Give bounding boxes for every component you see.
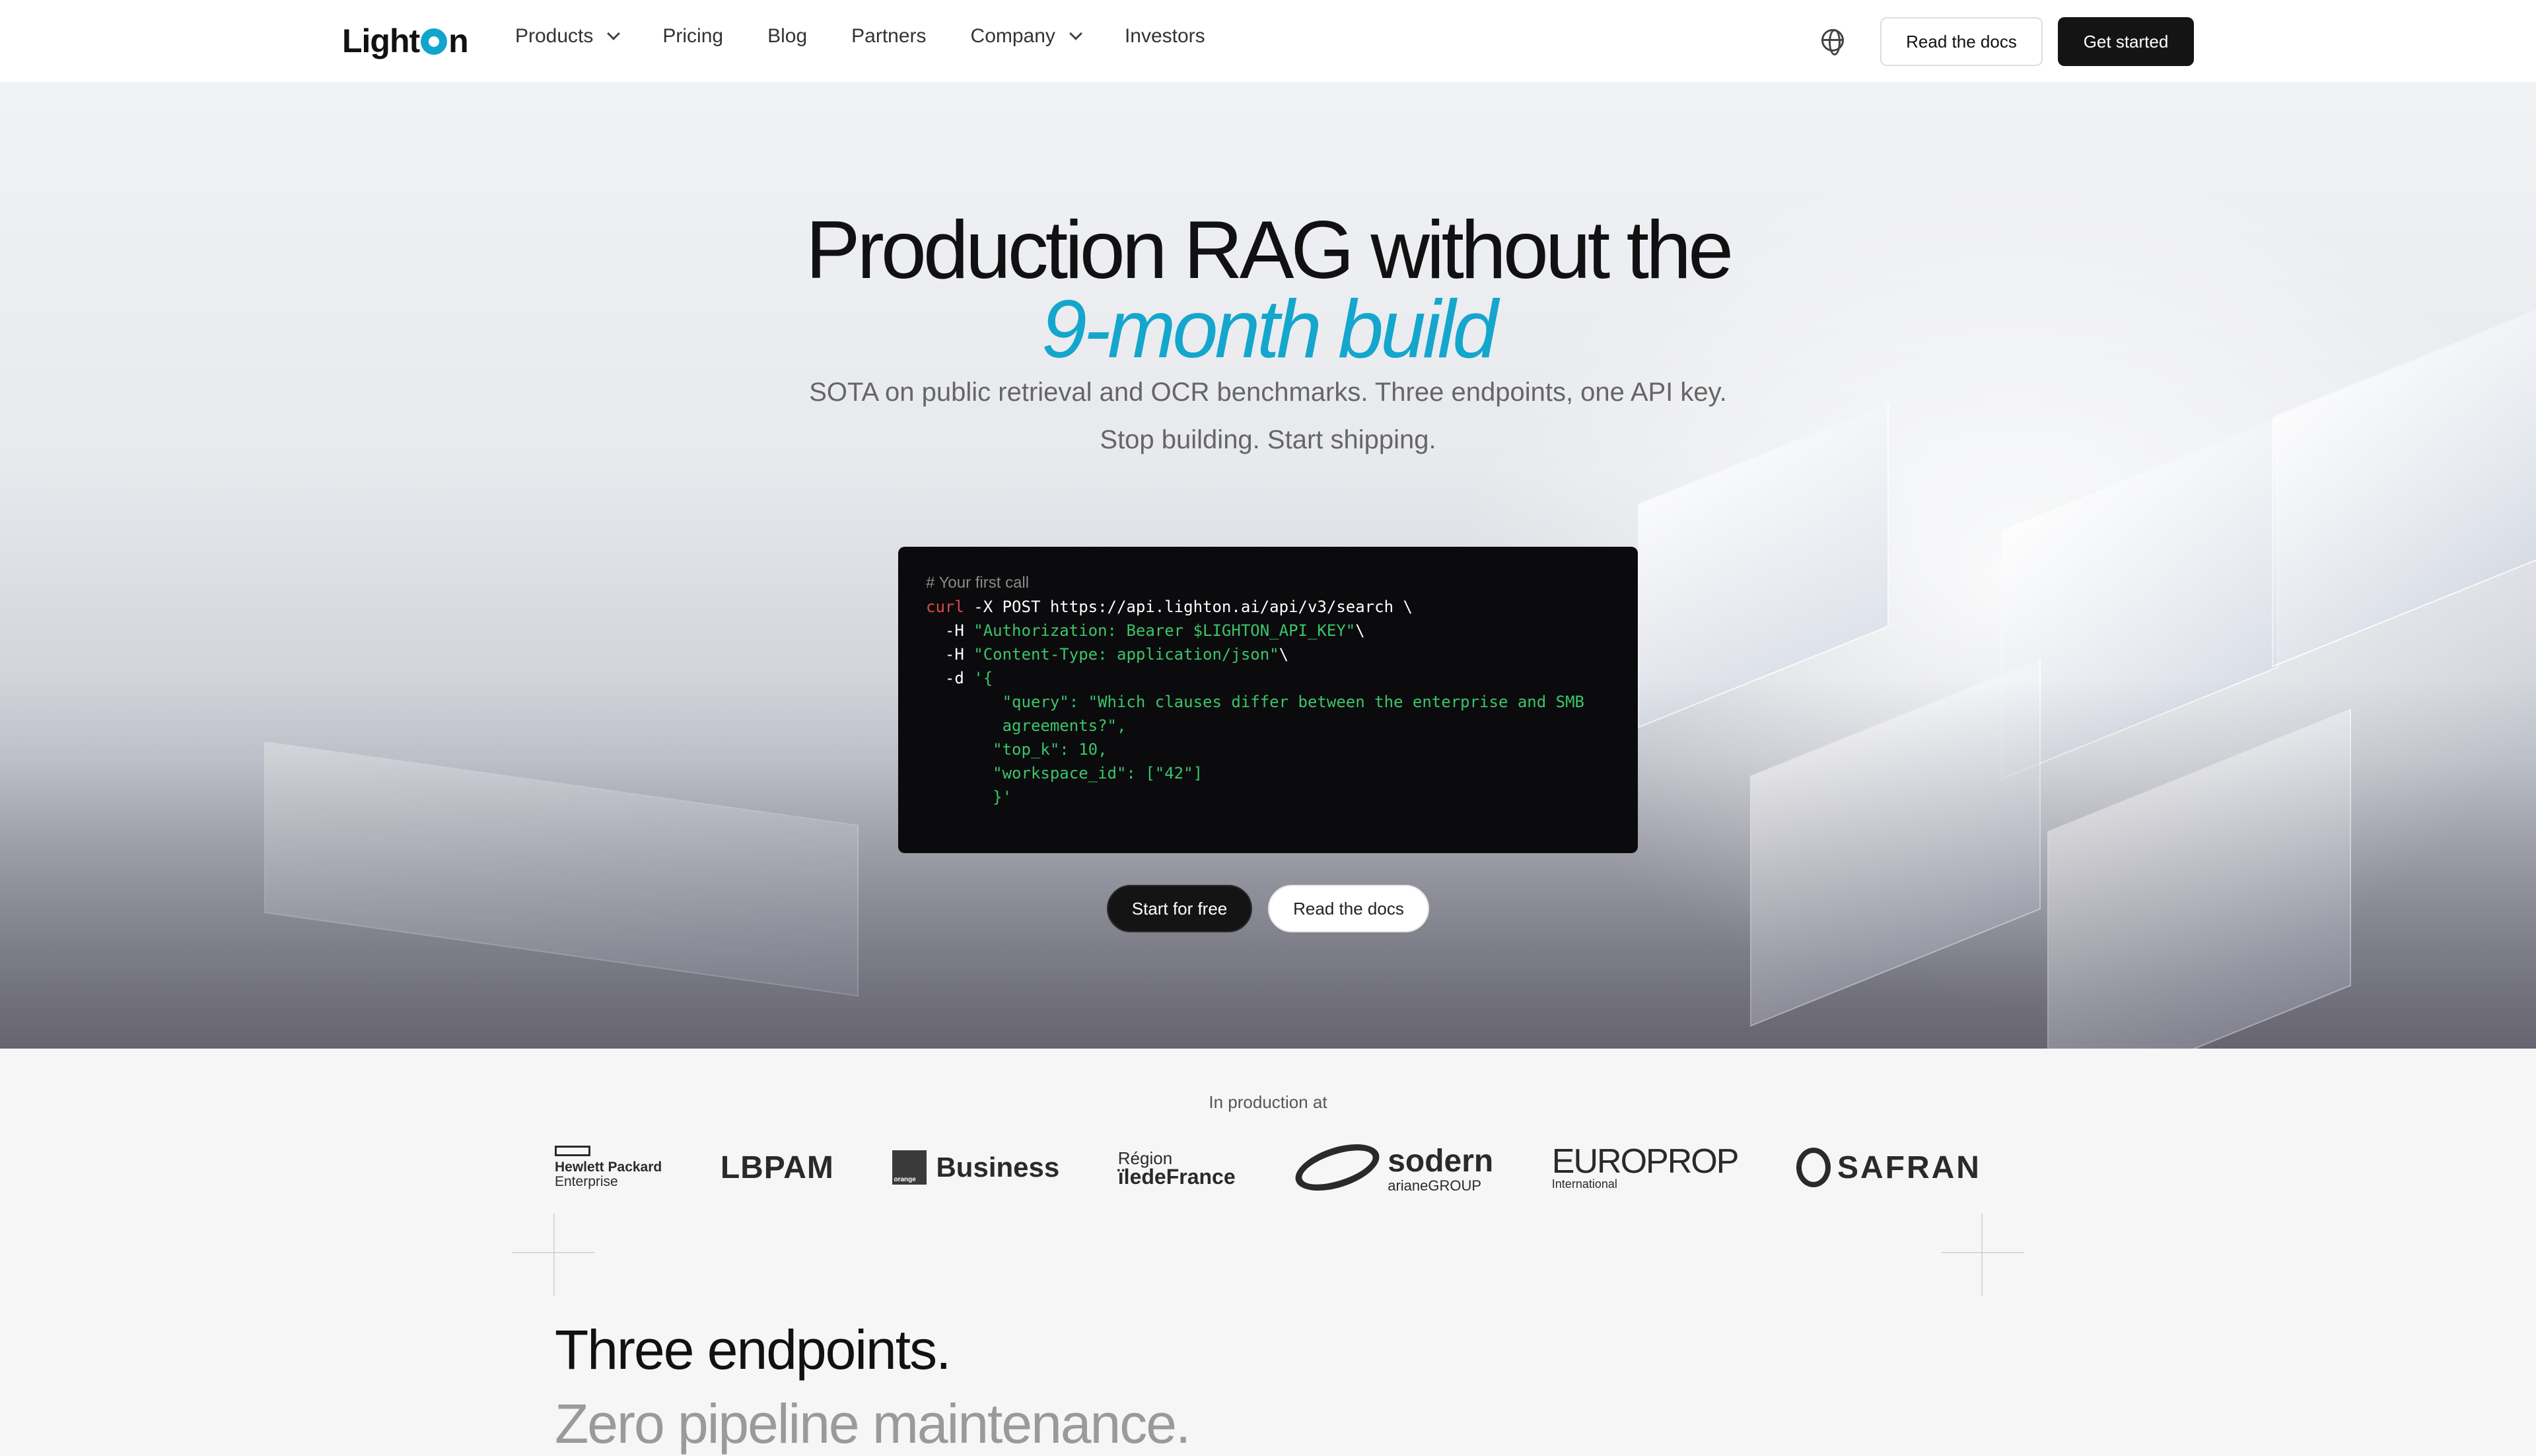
nav-investors[interactable]: Investors bbox=[1125, 25, 1205, 48]
hero-title-accent: 9-month build bbox=[1041, 284, 1498, 375]
corner-mark bbox=[553, 1214, 555, 1296]
europrop-logo: EUROPROP International bbox=[1551, 1142, 1740, 1191]
logo-o-icon bbox=[421, 28, 448, 55]
section-subtitle: Zero pipeline maintenance. bbox=[555, 1393, 1191, 1455]
lbpam-logo: LBPAM bbox=[720, 1150, 834, 1185]
nav-partners[interactable]: Partners bbox=[851, 25, 926, 48]
safran-logo: SAFRAN bbox=[1796, 1148, 1981, 1187]
nav-pricing[interactable]: Pricing bbox=[662, 25, 723, 48]
nav-products[interactable]: Products bbox=[515, 25, 621, 48]
lighton-logo[interactable]: Light n bbox=[342, 20, 469, 62]
section-title: Three endpoints. bbox=[555, 1319, 951, 1381]
nav-blog[interactable]: Blog bbox=[767, 25, 807, 48]
corner-mark bbox=[1981, 1214, 1983, 1296]
code-sample: # Your first call curl -X POST https://a… bbox=[898, 547, 1638, 853]
main-menu: Products Pricing Blog Partners Company I… bbox=[515, 25, 1250, 48]
hpe-logo: Hewlett Packard Enterprise bbox=[555, 1146, 662, 1189]
globe-icon[interactable] bbox=[1821, 29, 1844, 55]
region-iledefrance-logo: Région ïledeFrance bbox=[1117, 1148, 1236, 1189]
nav-company[interactable]: Company bbox=[971, 25, 1082, 48]
hero-title: Production RAG without the bbox=[805, 205, 1734, 296]
corner-mark bbox=[1942, 1252, 2024, 1253]
hero-subtitle: SOTA on public retrieval and OCR benchma… bbox=[809, 378, 1727, 407]
get-started-button[interactable]: Get started bbox=[2058, 17, 2194, 66]
code-comment: # Your first call bbox=[926, 574, 1030, 592]
in-production-label: In production at bbox=[1209, 1092, 1327, 1112]
customer-logos: Hewlett Packard Enterprise LBPAM orange Bu… bbox=[555, 1135, 1981, 1200]
orange-business-logo: orange Business bbox=[892, 1150, 1060, 1185]
chevron-down-icon bbox=[1069, 27, 1082, 40]
start-for-free-button[interactable]: Start for free bbox=[1107, 885, 1252, 932]
top-navigation: Light n Products Pricing Blog Partners Co… bbox=[0, 0, 2536, 83]
sodern-logo: sodern arianeGROUP bbox=[1290, 1135, 1493, 1200]
hero-subtitle-2: Stop building. Start shipping. bbox=[1100, 425, 1436, 454]
read-docs-button[interactable]: Read the docs bbox=[1880, 17, 2043, 66]
chevron-down-icon bbox=[607, 27, 621, 40]
hero-read-docs-button[interactable]: Read the docs bbox=[1268, 885, 1429, 932]
